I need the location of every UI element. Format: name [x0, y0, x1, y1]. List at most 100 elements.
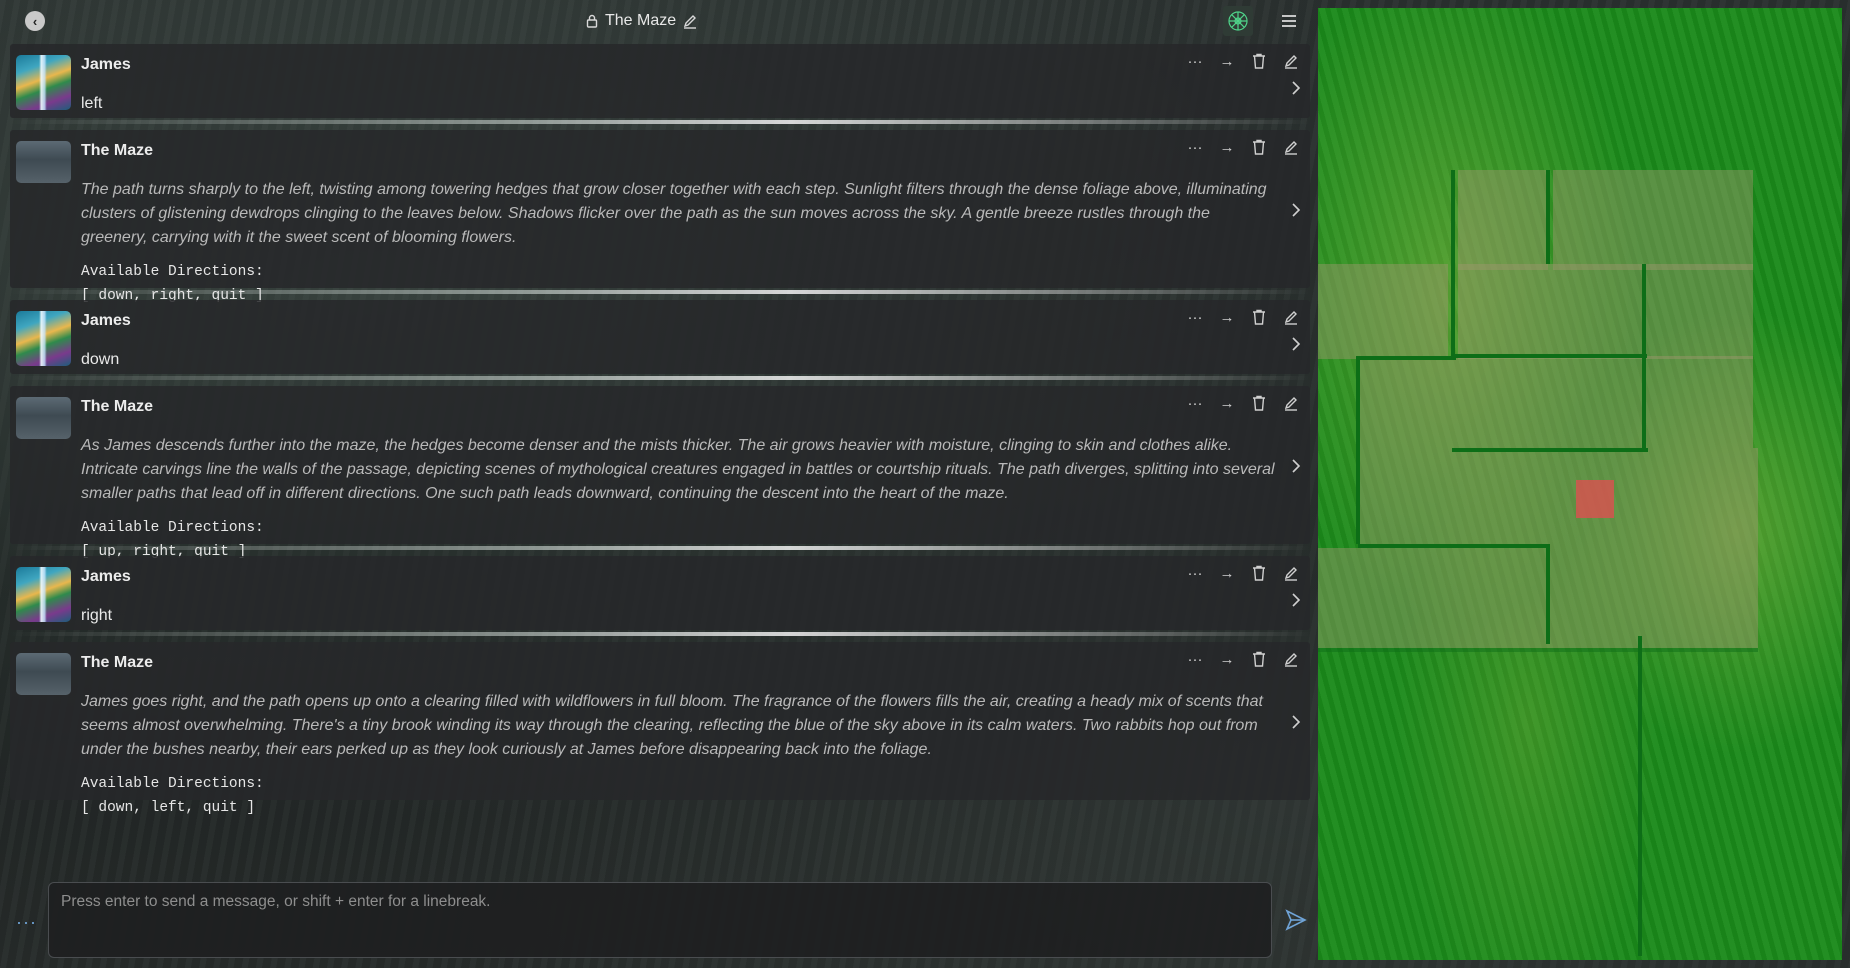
options-button[interactable]: ··· [16, 912, 37, 933]
edit-icon[interactable] [1282, 564, 1300, 582]
swipe-right-icon[interactable] [1288, 714, 1304, 730]
divider [10, 632, 1310, 636]
maze-room [1458, 264, 1753, 359]
maze-map [1318, 8, 1842, 960]
pencil-icon[interactable] [682, 13, 698, 29]
message-text: down [81, 351, 120, 368]
trash-icon[interactable] [1250, 394, 1268, 412]
maze-wall [1318, 648, 1758, 652]
trash-icon[interactable] [1250, 564, 1268, 582]
swipe-right-icon[interactable] [1288, 336, 1304, 352]
maze-wall [1358, 544, 1548, 548]
maze-wall [1356, 356, 1360, 544]
message-input[interactable]: Press enter to send a message, or shift … [48, 882, 1272, 958]
directions-list: [ down, left, quit ] [81, 800, 256, 816]
avatar [16, 567, 71, 622]
message-author: James [81, 56, 131, 73]
avatar [16, 311, 71, 366]
message-author: The Maze [81, 654, 154, 671]
maze-wall [1452, 448, 1648, 452]
more-icon[interactable]: ··· [1186, 564, 1204, 582]
message-actions: ··· → [1186, 52, 1300, 70]
more-icon[interactable]: ··· [1186, 138, 1204, 156]
send-button[interactable] [1284, 908, 1308, 932]
maze-room [1318, 548, 1758, 648]
message-narrator: The Maze As James descends further into … [10, 386, 1310, 560]
trash-icon[interactable] [1250, 138, 1268, 156]
maze-wall [1356, 356, 1456, 360]
directions-label: Available Directions: [81, 520, 264, 536]
message-narrator: The Maze The path turns sharply to the l… [10, 130, 1310, 304]
back-button[interactable]: ‹ [25, 11, 45, 31]
swipe-right-icon[interactable] [1288, 202, 1304, 218]
swipe-right-icon[interactable] [1288, 80, 1304, 96]
message-author: The Maze [81, 142, 154, 159]
message-author: James [81, 312, 131, 329]
forward-icon[interactable]: → [1218, 308, 1236, 326]
swipe-right-icon[interactable] [1288, 592, 1304, 608]
message-actions: ··· → [1186, 308, 1300, 326]
maze-room [1318, 264, 1448, 359]
maze-wall [1451, 170, 1455, 358]
top-bar: ‹ The Maze [0, 0, 1318, 42]
edit-icon[interactable] [1282, 308, 1300, 326]
message-actions: ··· → [1186, 564, 1300, 582]
trash-icon[interactable] [1250, 650, 1268, 668]
message-narrator: The Maze James goes right, and the path … [10, 642, 1310, 816]
message-text: left [81, 95, 103, 112]
message-text: right [81, 607, 113, 624]
swipe-right-icon[interactable] [1288, 458, 1304, 474]
avatar [16, 653, 71, 695]
avatar [16, 397, 71, 439]
maze-wall [1546, 544, 1550, 644]
trash-icon[interactable] [1250, 308, 1268, 326]
forward-icon[interactable]: → [1218, 138, 1236, 156]
message-actions: ··· → [1186, 650, 1300, 668]
message-text: As James descends further into the maze,… [81, 437, 1275, 502]
message-actions: ··· → [1186, 394, 1300, 412]
more-icon[interactable]: ··· [1186, 52, 1204, 70]
message-user: James left ··· → [10, 44, 1310, 118]
edit-icon[interactable] [1282, 650, 1300, 668]
maze-room [1358, 356, 1753, 448]
send-icon [1285, 909, 1307, 931]
maze-room [1553, 170, 1753, 270]
more-icon[interactable]: ··· [1186, 394, 1204, 412]
menu-button[interactable] [1278, 10, 1300, 32]
chat-title: The Maze [585, 10, 698, 32]
composer: ··· Press enter to send a message, or sh… [0, 880, 1318, 960]
maze-wall [1638, 636, 1642, 956]
forward-icon[interactable]: → [1218, 394, 1236, 412]
divider [10, 120, 1310, 124]
message-actions: ··· → [1186, 138, 1300, 156]
maze-room [1358, 448, 1758, 548]
edit-icon[interactable] [1282, 394, 1300, 412]
message-text: James goes right, and the path opens up … [81, 693, 1263, 758]
character-avatar-button[interactable] [1223, 6, 1253, 36]
divider [10, 376, 1310, 380]
forward-icon[interactable]: → [1218, 52, 1236, 70]
maze-wall [1546, 170, 1550, 264]
more-icon[interactable]: ··· [1186, 308, 1204, 326]
avatar [16, 55, 71, 110]
more-icon[interactable]: ··· [1186, 650, 1204, 668]
message-user: James down ··· → [10, 300, 1310, 374]
maze-room [1458, 170, 1548, 270]
directions-label: Available Directions: [81, 264, 264, 280]
edit-icon[interactable] [1282, 138, 1300, 156]
message-text: The path turns sharply to the left, twis… [81, 181, 1267, 246]
character-emblem-icon [1228, 11, 1248, 31]
maze-wall [1451, 354, 1647, 358]
avatar [16, 141, 71, 183]
message-author: James [81, 568, 131, 585]
chevron-left-icon: ‹ [32, 13, 38, 29]
hamburger-icon [1282, 15, 1296, 27]
forward-icon[interactable]: → [1218, 650, 1236, 668]
edit-icon[interactable] [1282, 52, 1300, 70]
forward-icon[interactable]: → [1218, 564, 1236, 582]
message-user: James right ··· → [10, 556, 1310, 630]
message-author: The Maze [81, 398, 154, 415]
lock-icon [586, 14, 598, 28]
chat-log: James left ··· → The Maze The path turns… [10, 44, 1310, 816]
trash-icon[interactable] [1250, 52, 1268, 70]
